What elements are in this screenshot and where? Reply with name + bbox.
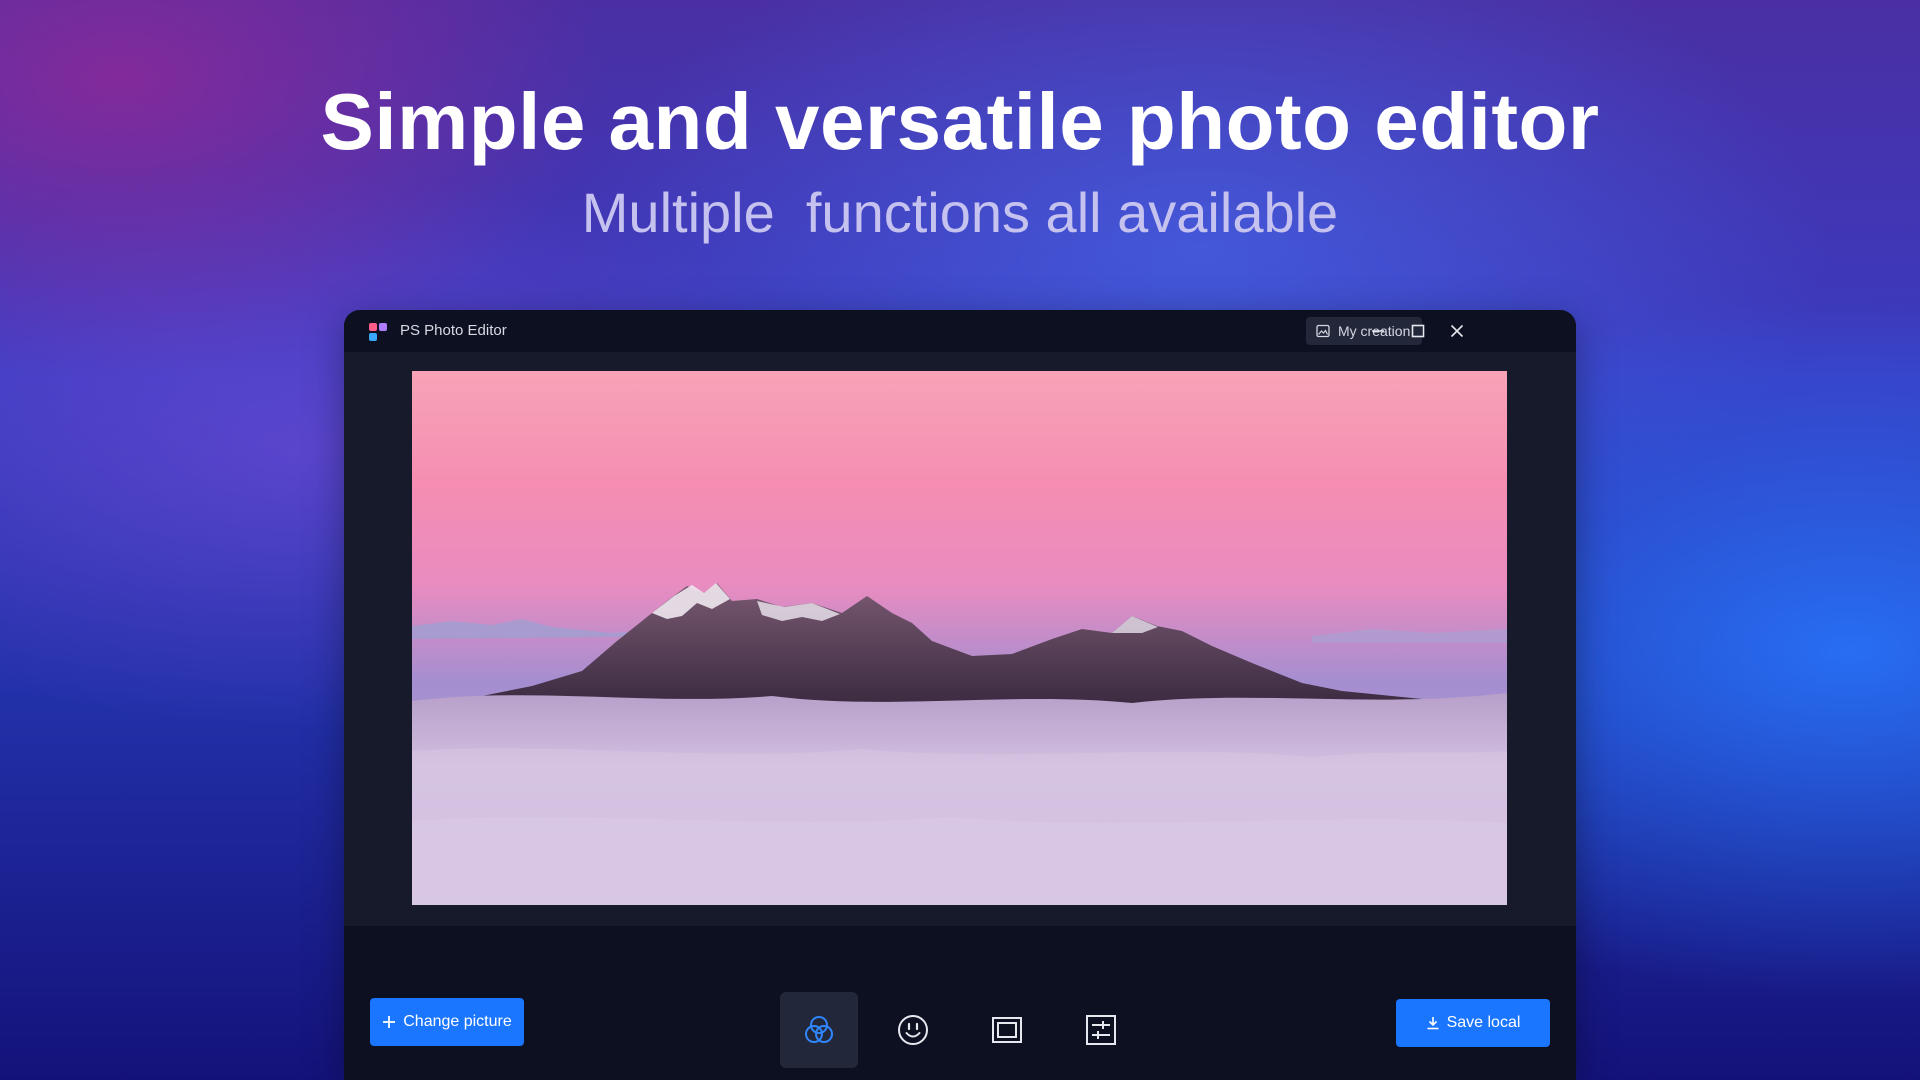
close-button[interactable] — [1445, 319, 1469, 343]
app-window: PS Photo Editor My creation Change pictu… — [344, 310, 1576, 1080]
app-logo-icon — [369, 323, 387, 341]
app-title: PS Photo Editor — [400, 322, 507, 339]
sticker-icon — [898, 1015, 928, 1045]
save-local-label: Save local — [1446, 1014, 1521, 1031]
hero-subtitle: Multiple functions all available — [581, 181, 1339, 244]
my-creation-button[interactable]: My creation — [1306, 317, 1422, 345]
tool-adjust[interactable] — [1062, 992, 1140, 1068]
maximize-button[interactable] — [1406, 319, 1430, 343]
filter-icon — [805, 1016, 833, 1043]
plus-icon — [383, 1016, 396, 1028]
adjust-icon — [1086, 1015, 1116, 1045]
frame-icon — [992, 1017, 1022, 1043]
close-icon — [1450, 324, 1464, 338]
minimize-button[interactable] — [1366, 319, 1390, 343]
image-icon — [1316, 324, 1330, 338]
tool-sticker[interactable] — [874, 992, 952, 1068]
bottom-toolbar: Change picture Save local — [344, 926, 1576, 1080]
title-bar[interactable]: PS Photo Editor My creation — [344, 310, 1576, 352]
hero-title: Simple and versatile photo editor — [320, 77, 1600, 166]
minimize-icon — [1372, 330, 1384, 332]
tool-frame[interactable] — [968, 992, 1046, 1068]
maximize-icon — [1411, 324, 1425, 338]
canvas-area — [344, 352, 1576, 926]
change-picture-button[interactable]: Change picture — [370, 998, 524, 1046]
save-local-button[interactable]: Save local — [1396, 999, 1550, 1047]
tool-filter[interactable] — [780, 992, 858, 1068]
download-icon — [1427, 1017, 1439, 1030]
change-picture-label: Change picture — [403, 1013, 512, 1030]
photo-preview — [412, 371, 1507, 905]
